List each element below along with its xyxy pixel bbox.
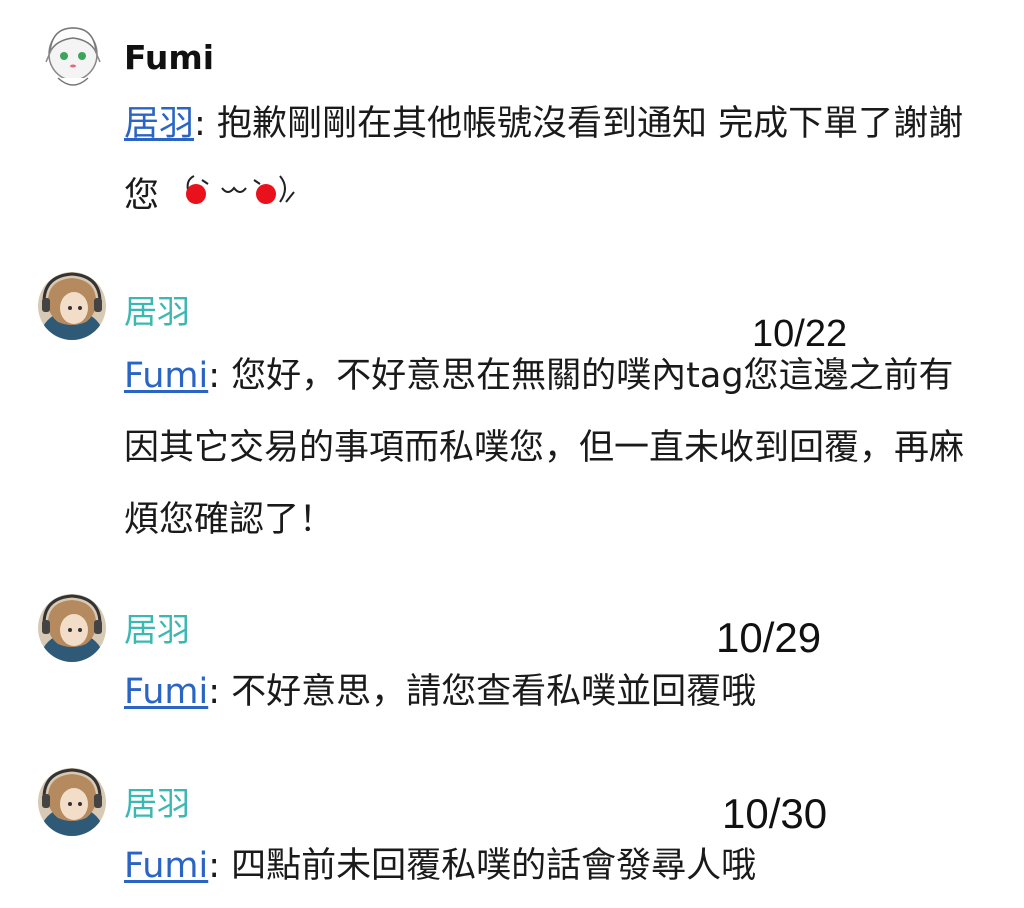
avatar-juyu[interactable]: [38, 594, 106, 662]
headphone-character-avatar-icon: [38, 768, 106, 836]
avatar-juyu[interactable]: [38, 272, 106, 340]
mention-link[interactable]: 居羽: [124, 104, 194, 144]
mention-separator: :: [208, 672, 221, 712]
comment-body: 您好，不好意思在無關的噗內tag您這邊之前有因其它交易的事項而私噗您，但一直未收…: [124, 356, 965, 540]
mention-link[interactable]: Fumi: [124, 356, 208, 396]
headphone-character-avatar-icon: [38, 272, 106, 340]
comment-text: Fumi: 您好，不好意思在無關的噗內tag您這邊之前有因其它交易的事項而私噗您…: [124, 340, 984, 556]
comment-body: 四點前未回覆私噗的話會發尋人哦: [220, 846, 757, 886]
mention-separator: :: [208, 846, 221, 886]
comment-username[interactable]: 居羽: [124, 610, 190, 650]
comment-text: Fumi: 四點前未回覆私噗的話會發尋人哦: [124, 830, 984, 902]
mention-link[interactable]: Fumi: [124, 672, 208, 712]
mention-link[interactable]: Fumi: [124, 846, 208, 886]
comment-text: 居羽: 抱歉剛剛在其他帳號沒看到通知 完成下單了謝謝您: [124, 88, 984, 233]
mention-separator: :: [194, 104, 206, 144]
comment-text: Fumi: 不好意思，請您查看私噗並回覆哦: [124, 656, 984, 728]
comment-username[interactable]: 居羽: [124, 784, 190, 824]
comment-username[interactable]: Fumi: [124, 38, 214, 78]
mention-separator: :: [208, 356, 221, 396]
kaomoji-emoticon-icon: [182, 161, 302, 233]
anime-girl-avatar-icon: [45, 27, 101, 86]
comment-body: 不好意思，請您查看私噗並回覆哦: [220, 672, 757, 712]
comment-date: 10/29: [716, 614, 822, 661]
avatar-fumi[interactable]: [42, 22, 104, 92]
avatar-juyu[interactable]: [38, 768, 106, 836]
headphone-character-avatar-icon: [38, 594, 106, 662]
comment-username[interactable]: 居羽: [124, 292, 190, 332]
